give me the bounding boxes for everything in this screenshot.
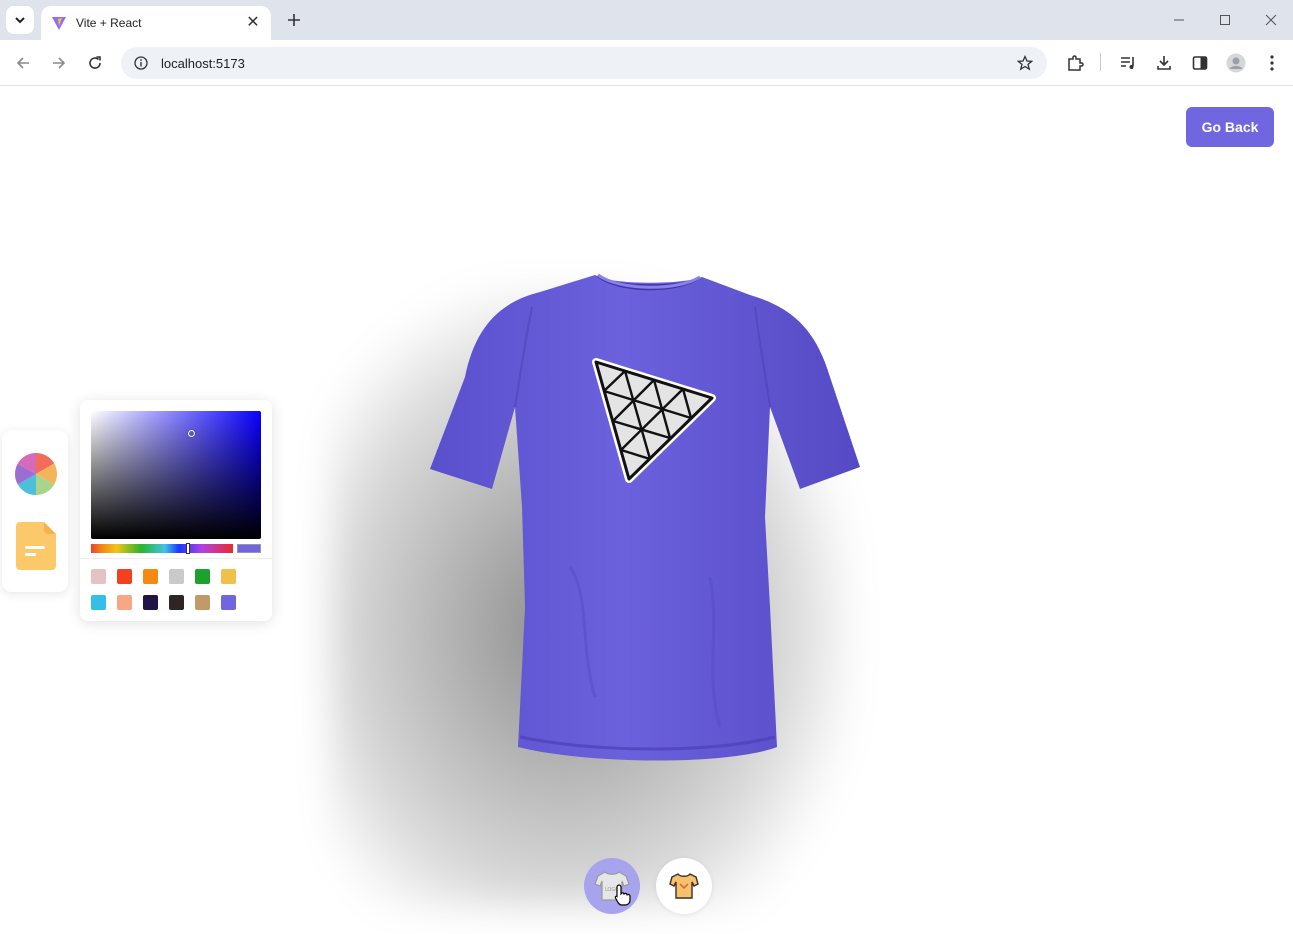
tshirt-model xyxy=(430,273,860,761)
shirt-canvas[interactable] xyxy=(420,267,880,767)
browser-menu-button[interactable] xyxy=(1261,52,1283,74)
plus-icon xyxy=(288,14,300,26)
hue-handle[interactable] xyxy=(186,543,190,554)
side-panel-icon xyxy=(1192,56,1208,70)
saturation-cursor[interactable] xyxy=(188,430,195,437)
arrow-right-icon xyxy=(53,57,66,69)
panel-divider xyxy=(80,558,272,559)
maximize-button[interactable] xyxy=(1213,8,1237,32)
customizer-page: Go Back LOGO xyxy=(0,87,1293,934)
new-tab-button[interactable] xyxy=(283,9,305,31)
extensions-button[interactable] xyxy=(1064,52,1086,74)
hue-slider[interactable] xyxy=(91,543,233,554)
mouse-pointer-icon xyxy=(614,884,631,906)
color-picker-tab[interactable] xyxy=(14,450,58,498)
vite-favicon-icon xyxy=(52,17,66,30)
toolbar-divider xyxy=(1100,53,1101,71)
color-swatch[interactable] xyxy=(221,569,236,584)
file-icon xyxy=(16,522,56,570)
url-text[interactable]: localhost:5173 xyxy=(161,56,1015,71)
color-swatch[interactable] xyxy=(195,569,210,584)
tab-title: Vite + React xyxy=(76,16,142,30)
color-swatch[interactable] xyxy=(195,595,210,610)
current-color-swatch xyxy=(237,544,261,553)
saturation-area[interactable] xyxy=(91,411,261,539)
color-swatch[interactable] xyxy=(117,595,132,610)
back-button[interactable] xyxy=(11,51,35,75)
close-window-button[interactable] xyxy=(1259,8,1283,32)
color-swatch[interactable] xyxy=(91,569,106,584)
color-picker-panel xyxy=(80,400,272,621)
side-panel-button[interactable] xyxy=(1189,52,1211,74)
puzzle-icon xyxy=(1068,55,1084,71)
reload-icon xyxy=(89,56,101,69)
color-swatch[interactable] xyxy=(169,569,184,584)
editor-tabs xyxy=(2,430,68,592)
browser-tab[interactable]: Vite + React ✕ xyxy=(41,6,271,40)
close-tab-icon[interactable]: ✕ xyxy=(245,15,261,31)
file-picker-tab[interactable] xyxy=(14,522,58,570)
color-swatch[interactable] xyxy=(117,569,132,584)
address-bar[interactable]: localhost:5173 xyxy=(121,47,1047,79)
stylish-shirt-tab[interactable] xyxy=(656,858,712,914)
profile-button[interactable] xyxy=(1225,52,1247,74)
color-swatch[interactable] xyxy=(221,595,236,610)
info-icon[interactable] xyxy=(133,55,149,71)
forward-button[interactable] xyxy=(47,51,71,75)
color-wheel-icon xyxy=(14,453,58,495)
minimize-icon xyxy=(1174,19,1184,21)
profile-icon xyxy=(1226,53,1246,73)
color-swatch[interactable] xyxy=(143,569,158,584)
tab-search-button[interactable] xyxy=(6,6,34,34)
arrow-left-icon xyxy=(16,57,29,69)
close-icon xyxy=(1265,14,1277,26)
go-back-button[interactable]: Go Back xyxy=(1186,107,1274,147)
download-icon xyxy=(1157,56,1171,70)
downloads-button[interactable] xyxy=(1153,52,1175,74)
color-swatch[interactable] xyxy=(91,595,106,610)
minimize-button[interactable] xyxy=(1167,8,1191,32)
browser-titlebar: Vite + React ✕ xyxy=(0,0,1293,40)
media-controls-button[interactable] xyxy=(1117,52,1139,74)
maximize-icon xyxy=(1220,15,1230,25)
media-queue-icon xyxy=(1121,57,1134,69)
color-swatch[interactable] xyxy=(143,595,158,610)
color-swatch[interactable] xyxy=(169,595,184,610)
chevron-down-icon xyxy=(15,17,25,24)
kebab-menu-icon xyxy=(1270,55,1274,71)
shirt-icon xyxy=(669,873,699,899)
star-icon[interactable] xyxy=(1015,53,1035,73)
reload-button[interactable] xyxy=(83,51,107,75)
